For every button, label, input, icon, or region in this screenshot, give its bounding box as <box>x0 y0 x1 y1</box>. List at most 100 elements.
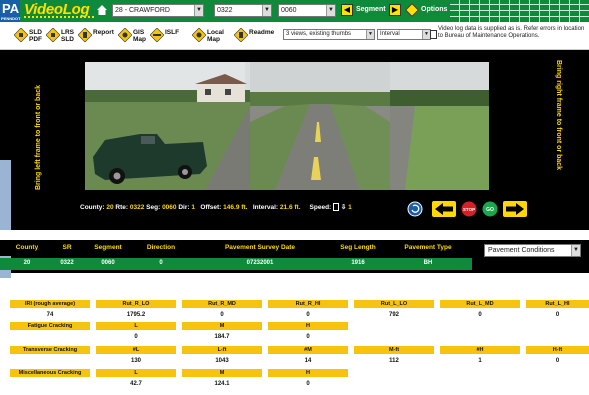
rut-value: 0 <box>478 312 482 318</box>
iri-value: 74 <box>46 312 54 318</box>
islf-icon <box>150 28 164 42</box>
status-value: 1916 <box>351 260 365 266</box>
svg-text:STOP: STOP <box>463 207 475 212</box>
rotate-icon[interactable] <box>407 201 423 217</box>
chevron-down-icon: ▼ <box>326 5 335 16</box>
title-underline <box>24 16 94 18</box>
misc-header: M <box>182 369 262 377</box>
fatigue-header: M <box>182 322 262 330</box>
gis-map-icon <box>118 28 132 42</box>
rut-header: Rut_R_MD <box>182 300 262 308</box>
misc-value: 0 <box>306 381 310 387</box>
rut-header: Rut_L_HI <box>526 300 589 308</box>
back-arrow-button[interactable] <box>432 201 456 217</box>
report-icon <box>78 28 92 42</box>
fatigue-cracking-label: Fatigue Cracking <box>10 322 90 330</box>
misc-cracking-label: Miscellaneous Cracking <box>10 369 90 377</box>
header-grid-pattern <box>450 0 589 22</box>
chevron-down-icon: ▼ <box>366 30 374 39</box>
misc-value: 124.1 <box>214 381 230 387</box>
transverse-value: 1 <box>478 358 482 364</box>
transverse-value: 1043 <box>215 358 229 364</box>
forward-arrow-button[interactable] <box>503 201 527 217</box>
right-frame-toggle[interactable]: Bring right frame to front or back <box>555 60 562 170</box>
transverse-value: 112 <box>389 358 399 364</box>
fatigue-value: 184.7 <box>214 334 230 340</box>
misc-header: L <box>96 369 176 377</box>
chevron-down-icon: ▼ <box>262 5 271 16</box>
lrs-sld-icon <box>46 28 60 42</box>
chevron-down-icon: ▼ <box>422 30 430 39</box>
location-info: County: 20 Rte: 0322 Seg: 0060 Dir: 1 Of… <box>80 203 352 212</box>
sld-pdf-icon <box>14 28 28 42</box>
svg-text:GO: GO <box>486 207 494 213</box>
county-select[interactable]: 28 - CRAWFORD ▼ <box>112 4 204 17</box>
interval-select[interactable]: Interval ▼ <box>377 29 431 40</box>
transverse-header: M-ft <box>354 346 434 354</box>
local-map-icon <box>192 28 206 42</box>
fatigue-header: L <box>96 322 176 330</box>
transverse-header: H-ft <box>526 346 589 354</box>
transverse-value: 14 <box>304 358 312 364</box>
transverse-header: L-ft <box>182 346 262 354</box>
rut-value: 0 <box>555 312 560 318</box>
stop-button[interactable]: STOP <box>461 201 477 217</box>
rut-value: 0 <box>220 312 224 318</box>
route-select[interactable]: 0322 ▼ <box>214 4 272 17</box>
transverse-header: #M <box>268 346 348 354</box>
options-link[interactable]: Options <box>421 6 447 13</box>
rut-value: 0 <box>306 312 310 318</box>
side-accent <box>0 160 11 230</box>
home-icon[interactable] <box>96 4 108 16</box>
status-value: BH <box>423 260 433 266</box>
views-select[interactable]: 3 views, existing thumbs ▼ <box>283 29 375 40</box>
iri-header: IRI (rough average) <box>10 300 90 308</box>
status-value: 0060 <box>101 260 115 266</box>
transverse-value: 0 <box>555 358 560 364</box>
logo-text: PENNDOT <box>1 16 21 21</box>
notice-document-icon <box>430 30 437 39</box>
status-value: 20 <box>23 260 31 266</box>
fatigue-value: 0 <box>134 334 138 340</box>
logo-initials: PA <box>2 1 20 16</box>
toolbar: SLD PDF LRS SLD Report GIS Map ISLF Loca… <box>0 22 589 50</box>
status-header: Segment <box>94 244 122 251</box>
misc-value: 42.7 <box>130 381 142 387</box>
go-button[interactable]: GO <box>482 201 498 217</box>
rut-value: 1795.2 <box>126 312 146 318</box>
pavement-conditions-select[interactable]: Pavement Conditions ▼ <box>484 244 581 257</box>
arrow-right-icon: ▶ <box>391 5 399 14</box>
status-header: Pavement Type <box>404 244 452 251</box>
status-value: 0322 <box>60 260 74 266</box>
status-header: Direction <box>146 244 176 251</box>
status-value: 07232001 <box>246 260 274 266</box>
transverse-cracking-label: Transverse Cracking <box>10 346 90 354</box>
rut-header: Rut_L_LO <box>354 300 434 308</box>
misc-header: H <box>268 369 348 377</box>
segment-select[interactable]: 0060 ▼ <box>278 4 336 17</box>
status-header: County <box>15 244 39 251</box>
speed-down-icon[interactable]: ⇩ <box>341 204 346 211</box>
transverse-header: #L <box>96 346 176 354</box>
status-header: Pavement Survey Date <box>224 244 296 251</box>
segment-label: Segment <box>356 6 386 13</box>
status-header: SR <box>62 244 72 251</box>
status-header: Seg Length <box>340 244 376 251</box>
road-video-frame <box>85 62 489 190</box>
speed-box[interactable] <box>333 203 340 212</box>
fatigue-header: H <box>268 322 348 330</box>
transverse-value: 130 <box>130 358 141 364</box>
next-segment-button[interactable]: ▶ <box>389 4 401 16</box>
road-scene-image <box>85 62 489 190</box>
chevron-down-icon: ▼ <box>571 245 580 256</box>
prev-segment-button[interactable]: ◀ <box>341 4 353 16</box>
disclaimer-notice: Video log data is supplied as is. Refer … <box>438 26 585 39</box>
status-value: 0 <box>159 260 163 266</box>
left-frame-toggle[interactable]: Bring left frame to front or back <box>35 85 42 190</box>
chevron-down-icon: ▼ <box>194 5 203 16</box>
transverse-header: #H <box>440 346 520 354</box>
rut-header: Rut_L_MD <box>440 300 520 308</box>
rut-header: Rut_R_LO <box>96 300 176 308</box>
fatigue-value: 0 <box>306 334 310 340</box>
arrow-left-icon: ◀ <box>343 5 351 14</box>
